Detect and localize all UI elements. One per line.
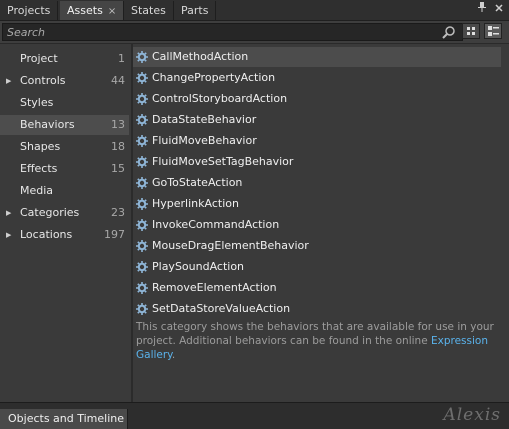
category-count: 23 [111,206,125,219]
category-label: Project [20,52,58,65]
behavior-icon [136,219,148,231]
panel-tab-bar: Projects Assets × States Parts [0,0,509,21]
category-label: Effects [20,162,58,175]
category-project[interactable]: Project 1 [0,49,129,69]
tab-parts[interactable]: Parts [174,1,217,20]
tab-label: Parts [181,4,209,17]
asset-name: DataStateBehavior [152,113,257,126]
category-count: 18 [111,140,125,153]
tab-assets[interactable]: Assets × [60,1,125,20]
asset-name: ChangePropertyAction [152,71,276,84]
category-label: Behaviors [20,118,75,131]
asset-name: SetDataStoreValueAction [152,302,291,315]
tab-projects[interactable]: Projects [0,1,59,20]
asset-name: CallMethodAction [152,50,249,63]
list-item[interactable]: SetDataStoreValueAction [133,299,501,319]
expand-arrow-icon[interactable]: ▶ [6,203,11,223]
list-item[interactable]: PlaySoundAction [133,257,501,277]
behavior-icon [136,282,148,294]
behavior-icon [136,51,148,63]
list-item[interactable]: FluidMoveSetTagBehavior [133,152,501,172]
list-item[interactable]: DataStateBehavior [133,110,501,130]
category-shapes[interactable]: Shapes 18 [0,137,129,157]
category-controls[interactable]: ▶ Controls 44 [0,71,129,91]
category-count: 44 [111,74,125,87]
list-item[interactable]: RemoveElementAction [133,278,501,298]
category-categories[interactable]: ▶ Categories 23 [0,203,129,223]
description-end: . [171,349,176,361]
pin-icon[interactable] [477,2,489,15]
list-view-button[interactable] [484,23,502,39]
behavior-icon [136,198,148,210]
list-item[interactable]: ControlStoryboardAction [133,89,501,109]
tab-states[interactable]: States [124,1,174,20]
category-label: Locations [20,228,73,241]
category-effects[interactable]: Effects 15 [0,159,129,179]
category-label: Controls [20,74,66,87]
grid-view-icon [467,27,475,35]
tab-label: States [131,4,166,17]
tab-label: Projects [7,4,51,17]
category-styles[interactable]: Styles [0,93,129,113]
list-item[interactable]: MouseDragElementBehavior [133,236,501,256]
category-locations[interactable]: ▶ Locations 197 [0,225,129,245]
category-description: This category shows the behaviors that a… [136,320,496,362]
category-label: Shapes [20,140,61,153]
grid-view-button[interactable] [462,23,480,39]
list-item[interactable]: FluidMoveBehavior [133,131,501,151]
category-media[interactable]: Media [0,181,129,201]
tab-objects-and-timeline[interactable]: Objects and Timeline [0,409,128,429]
panel-controls [472,2,503,15]
asset-name: InvokeCommandAction [152,218,280,231]
category-count: 1 [118,52,125,65]
watermark: Alexis [443,405,501,425]
behavior-icon [136,177,148,189]
category-count: 197 [104,228,125,241]
tab-label: Assets [67,4,103,17]
asset-name: RemoveElementAction [152,281,277,294]
bottom-panel-bar: Objects and Timeline Alexis [0,402,509,429]
asset-name: ControlStoryboardAction [152,92,288,105]
search-input[interactable] [2,23,463,41]
behavior-icon [136,72,148,84]
category-count: 13 [111,118,125,131]
tab-label: Objects and Timeline [8,412,125,425]
category-behaviors[interactable]: Behaviors 13 [0,115,129,135]
behavior-icon [136,261,148,273]
category-label: Media [20,184,54,197]
list-item[interactable]: CallMethodAction [133,47,501,67]
category-count: 15 [111,162,125,175]
category-list: Project 1 ▶ Controls 44 Styles Behaviors… [0,46,131,402]
search-bar [0,21,509,44]
asset-name: PlaySoundAction [152,260,245,273]
expand-arrow-icon[interactable]: ▶ [6,225,11,245]
list-item[interactable]: ChangePropertyAction [133,68,501,88]
asset-name: FluidMoveBehavior [152,134,257,147]
behavior-icon [136,135,148,147]
list-item[interactable]: InvokeCommandAction [133,215,501,235]
asset-name: GoToStateAction [152,176,243,189]
close-panel-icon[interactable] [495,4,503,15]
category-label: Categories [20,206,80,219]
search-icon[interactable] [442,25,456,39]
expand-arrow-icon[interactable]: ▶ [6,71,11,91]
behavior-icon [136,303,148,315]
behavior-icon [136,156,148,168]
close-tab-icon[interactable]: × [108,6,116,17]
behavior-icon [136,240,148,252]
asset-list: CallMethodAction ChangePropertyAction Co… [133,46,509,402]
behavior-icon [136,93,148,105]
list-item[interactable]: HyperlinkAction [133,194,501,214]
asset-name: MouseDragElementBehavior [152,239,309,252]
list-item[interactable]: GoToStateAction [133,173,501,193]
category-label: Styles [20,96,54,109]
list-view-icon [488,26,499,36]
asset-name: HyperlinkAction [152,197,239,210]
behavior-icon [136,114,148,126]
asset-name: FluidMoveSetTagBehavior [152,155,294,168]
